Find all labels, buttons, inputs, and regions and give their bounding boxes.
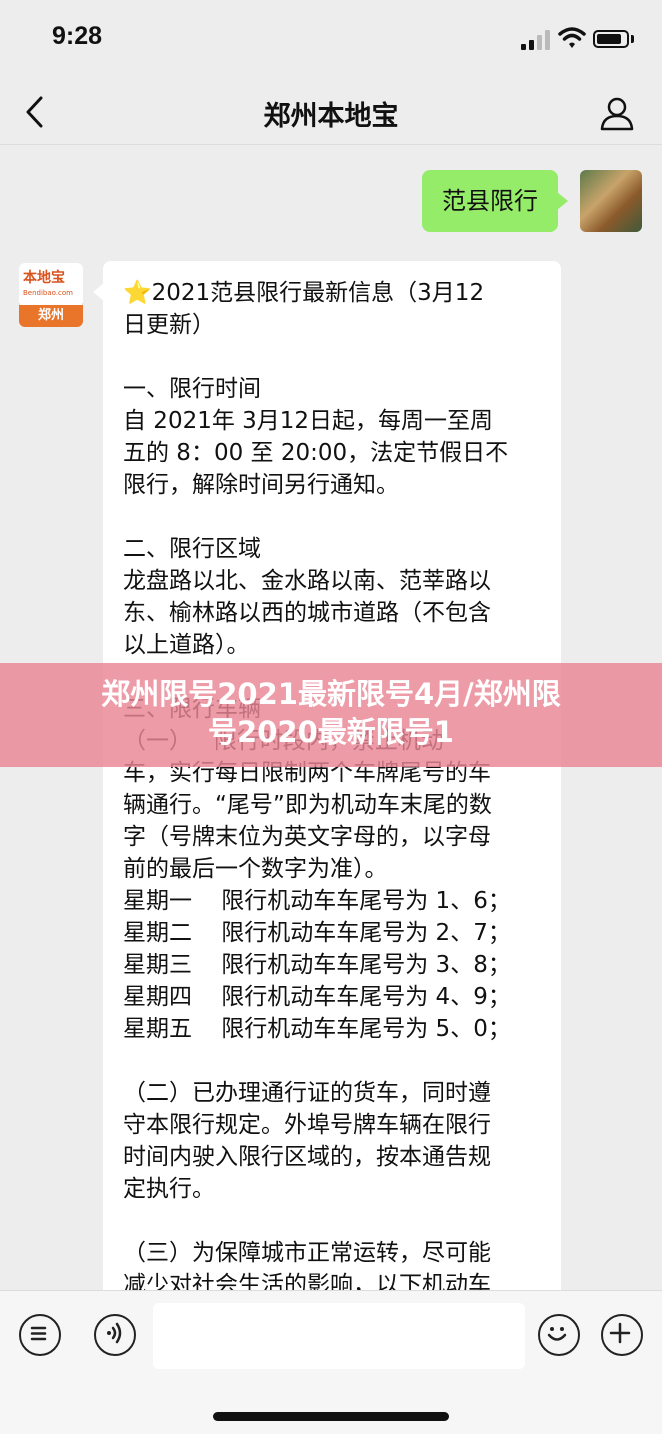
avatar-top: 本地宝 Bendibao.com: [19, 263, 83, 303]
message-line: 东、榆林路以西的城市道路（不包含: [123, 597, 543, 629]
banner-line-1: 郑州限号2021最新限号4月/郑州限: [101, 677, 561, 711]
message-line: 时间内驶入限行区域的，按本通告规: [123, 1141, 543, 1173]
overlay-banner: 郑州限号2021最新限号4月/郑州限 号2020最新限号1: [0, 663, 662, 767]
message-line-text: 星期一 限行机动车车尾号为 1、6；: [123, 888, 511, 914]
message-line: 辆通行。“尾号”即为机动车末尾的数: [123, 789, 543, 821]
my-message-bubble[interactable]: 范县限行: [422, 170, 568, 232]
wifi-icon: [558, 27, 586, 48]
status-bar: 9:28: [0, 0, 662, 80]
message-line: 星期四 限行机动车车尾号为 4、9；: [123, 981, 543, 1013]
message-line-text: 星期三 限行机动车车尾号为 3、8；: [123, 952, 511, 978]
profile-icon[interactable]: [598, 94, 636, 132]
message-line-text: 一、限行时间: [123, 376, 261, 402]
battery-icon: [593, 30, 629, 48]
message-line-text: 时间内驶入限行区域的，按本通告规: [123, 1144, 491, 1170]
plus-icon[interactable]: [601, 1314, 643, 1356]
home-indicator: [213, 1412, 449, 1421]
message-line: 二、限行区域: [123, 533, 543, 565]
message-line-text: （三）为保障城市正常运转，尽可能: [123, 1240, 491, 1266]
message-line: 守本限行规定。外埠号牌车辆在限行: [123, 1109, 543, 1141]
message-input[interactable]: [153, 1303, 525, 1369]
message-line-text: 五的 8：00 至 20:00，法定节假日不: [123, 440, 509, 466]
message-line: 以上道路）。: [123, 629, 543, 661]
message-line-text: 辆通行。“尾号”即为机动车末尾的数: [123, 792, 492, 818]
message-line-text: 自 2021年 3月12日起，每周一至周: [123, 408, 494, 434]
message-line-text: 减少对社会生活的影响，以下机动车: [123, 1272, 491, 1290]
message-line-text: 字（号牌末位为英文字母的，以字母: [123, 824, 491, 850]
chat-title: 郑州本地宝: [263, 101, 399, 132]
message-line-text: 东、榆林路以西的城市道路（不包含: [123, 600, 491, 626]
message-line: 前的最后一个数字为准）。: [123, 853, 543, 885]
message-line: 自 2021年 3月12日起，每周一至周: [123, 405, 543, 437]
status-time: 9:28: [52, 22, 103, 50]
banner-line-2: 号2020最新限号1: [208, 715, 454, 749]
message-line: （三）为保障城市正常运转，尽可能: [123, 1237, 543, 1269]
message-line: （二）已办理通行证的货车，同时遵: [123, 1077, 543, 1109]
bot-avatar[interactable]: 本地宝 Bendibao.com 郑州: [19, 263, 83, 327]
message-line-text: 2021范县限行最新信息（3月12: [151, 280, 485, 306]
menu-icon[interactable]: [19, 1314, 61, 1356]
message-line-text: 星期四 限行机动车车尾号为 4、9；: [123, 984, 511, 1010]
message-line-text: 日更新）: [123, 312, 215, 338]
message-line-text: 星期二 限行机动车车尾号为 2、7；: [123, 920, 511, 946]
message-line-text: 以上道路）。: [123, 632, 250, 658]
message-line: 定执行。: [123, 1173, 543, 1205]
banner-title: 郑州限号2021最新限号4月/郑州限 号2020最新限号1: [0, 675, 662, 751]
message-line: 五的 8：00 至 20:00，法定节假日不: [123, 437, 543, 469]
message-line: 星期二 限行机动车车尾号为 2、7；: [123, 917, 543, 949]
nav-bar: 郑州本地宝: [0, 80, 662, 145]
message-line-text: 限行，解除时间另行通知。: [123, 472, 399, 498]
emoji-icon[interactable]: [538, 1314, 580, 1356]
message-line: 龙盘路以北、金水路以南、范莘路以: [123, 565, 543, 597]
voice-icon[interactable]: [94, 1314, 136, 1356]
avatar-brand: 本地宝: [23, 270, 65, 286]
avatar-city: 郑州: [19, 305, 83, 327]
message-line: 字（号牌末位为英文字母的，以字母: [123, 821, 543, 853]
message-line: 星期五 限行机动车车尾号为 5、0；: [123, 1013, 543, 1045]
message-line-text: （二）已办理通行证的货车，同时遵: [123, 1080, 491, 1106]
message-line: ⭐2021范县限行最新信息（3月12: [123, 277, 543, 309]
message-line-text: 二、限行区域: [123, 536, 261, 562]
message-line: 一、限行时间: [123, 373, 543, 405]
message-line: 日更新）: [123, 309, 543, 341]
message-line: 星期三 限行机动车车尾号为 3、8；: [123, 949, 543, 981]
message-line-text: 守本限行规定。外埠号牌车辆在限行: [123, 1112, 491, 1138]
message-line-text: 龙盘路以北、金水路以南、范莘路以: [123, 568, 491, 594]
battery-tip: [631, 35, 634, 43]
message-line: 减少对社会生活的影响，以下机动车: [123, 1269, 543, 1290]
avatar-url: Bendibao.com: [23, 289, 74, 297]
bot-message-bubble[interactable]: ⭐2021范县限行最新信息（3月12 日更新） 一、限行时间自 2021年 3月12…: [93, 261, 561, 1290]
star-icon: ⭐: [123, 280, 152, 306]
bot-message-text: ⭐2021范县限行最新信息（3月12 日更新） 一、限行时间自 2021年 3月12…: [123, 277, 543, 1290]
cellular-signal-icon: [521, 30, 551, 50]
message-line: 限行，解除时间另行通知。: [123, 469, 543, 501]
my-avatar[interactable]: [580, 170, 642, 232]
message-line-text: 星期五 限行机动车车尾号为 5、0；: [123, 1016, 511, 1042]
message-line-text: 前的最后一个数字为准）。: [123, 856, 388, 882]
message-line: 星期一 限行机动车车尾号为 1、6；: [123, 885, 543, 917]
message-line-text: 定执行。: [123, 1176, 215, 1202]
